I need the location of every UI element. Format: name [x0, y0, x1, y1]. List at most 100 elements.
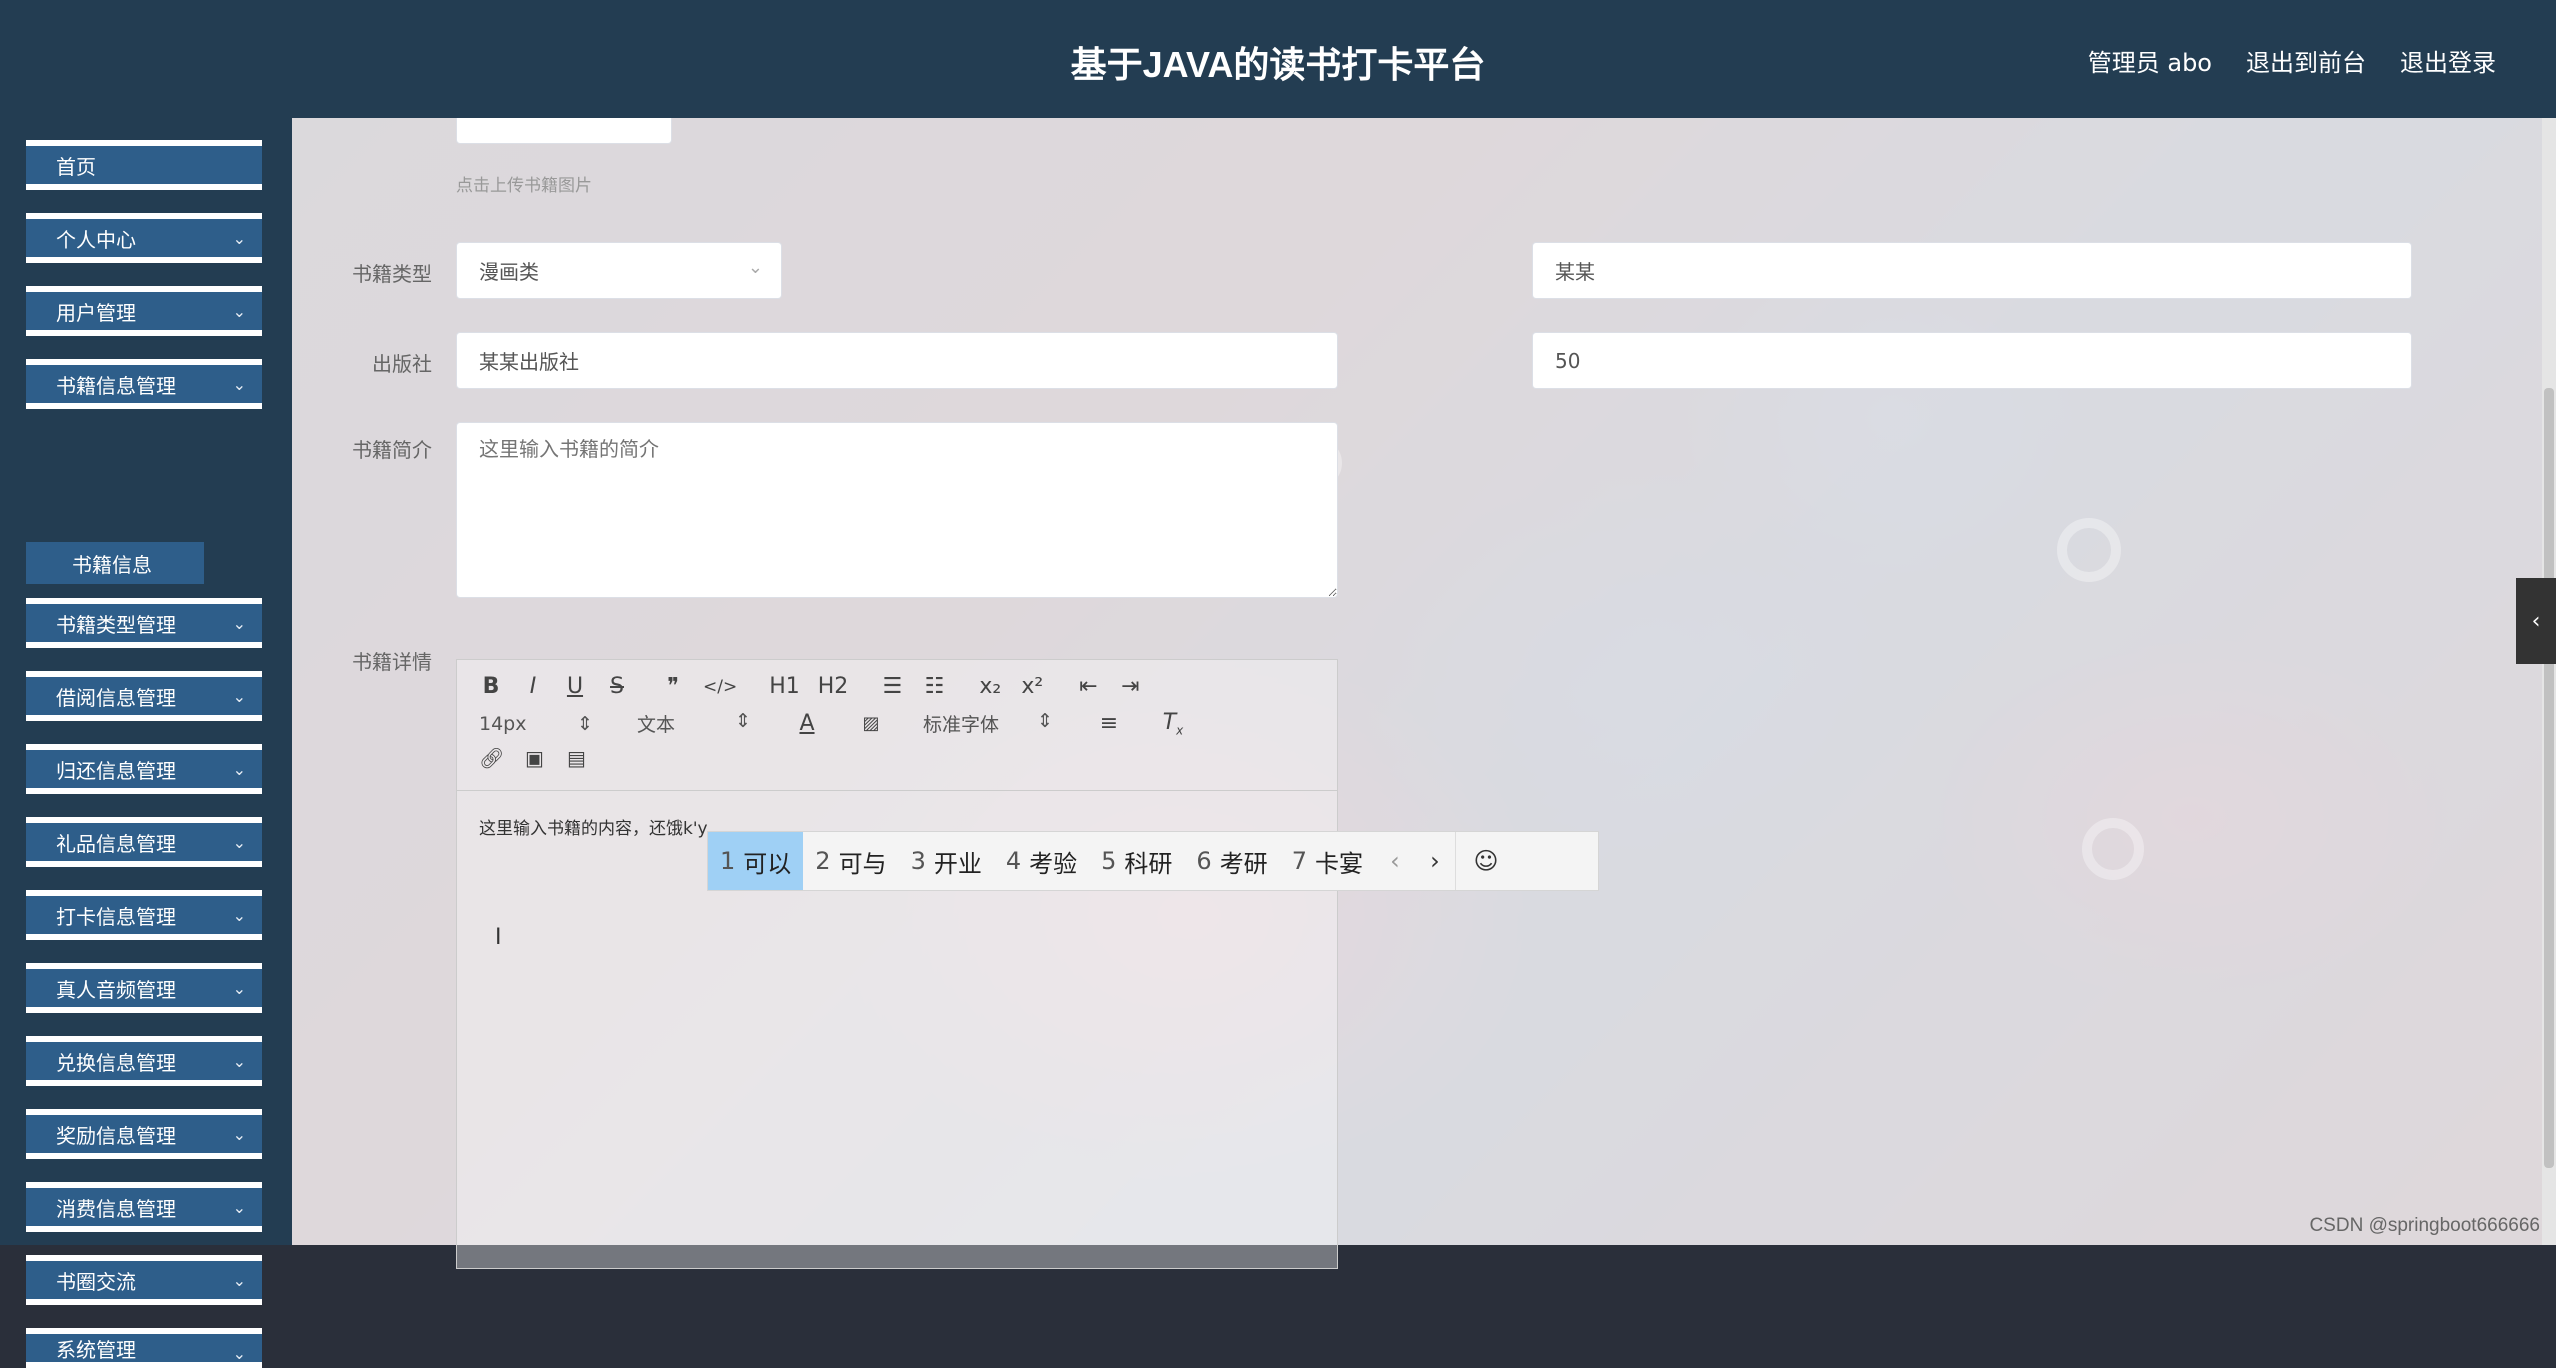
ime-candidate[interactable]: 2 可与: [803, 832, 898, 890]
sidebar-item-borrow-management[interactable]: 借阅信息管理 ⌄: [26, 671, 262, 721]
publisher-input[interactable]: 某某出版社: [456, 332, 1338, 389]
chevron-down-icon: ⌄: [232, 1271, 246, 1290]
sidebar-item-label: 归还信息管理: [56, 758, 176, 783]
top-nav: 管理员 abo 退出到前台 退出登录: [2088, 43, 2496, 78]
font-family-select[interactable]: 标准字体 ⇕: [923, 710, 1057, 737]
link-icon[interactable]: 🔗︎: [479, 746, 504, 770]
code-block-button[interactable]: </>: [703, 677, 737, 697]
sidebar-item-book-type-management[interactable]: 书籍类型管理 ⌄: [26, 598, 262, 648]
italic-button[interactable]: I: [521, 674, 545, 699]
candidate-number: 4: [1005, 847, 1022, 875]
sidebar-item-label: 消费信息管理: [56, 1196, 176, 1221]
sidebar-item-checkin-management[interactable]: 打卡信息管理 ⌄: [26, 890, 262, 940]
sidebar-item-audio-management[interactable]: 真人音频管理 ⌄: [26, 963, 262, 1013]
candidate-number: 5: [1101, 847, 1117, 875]
sidebar-subitem-book-info[interactable]: 书籍信息: [26, 542, 204, 584]
candidate-text: 开业: [933, 849, 982, 878]
ime-candidate[interactable]: 6 考研: [1184, 832, 1279, 890]
sidebar-item-return-management[interactable]: 归还信息管理 ⌄: [26, 744, 262, 794]
ime-next-icon[interactable]: ›: [1415, 847, 1455, 875]
sidebar-item-label: 用户管理: [56, 300, 136, 325]
intro-label: 书籍简介: [352, 438, 432, 462]
heading1-button[interactable]: H1: [769, 674, 800, 699]
bold-button[interactable]: B: [479, 674, 503, 699]
intro-textarea[interactable]: [456, 422, 1338, 598]
subscript-button[interactable]: x₂: [978, 674, 1002, 699]
ime-candidate[interactable]: 5 科研: [1089, 832, 1184, 890]
superscript-button[interactable]: x²: [1020, 674, 1044, 699]
sidebar-item-label: 真人音频管理: [56, 977, 176, 1002]
sidebar-item-label: 首页: [56, 154, 96, 179]
sidebar-item-user-management[interactable]: 用户管理 ⌄: [26, 286, 262, 336]
font-color-icon[interactable]: A: [795, 711, 819, 736]
sidebar-item-exchange-management[interactable]: 兑换信息管理 ⌄: [26, 1036, 262, 1086]
background-color-icon[interactable]: ▨: [859, 713, 883, 734]
chevron-left-icon[interactable]: ‹: [2516, 578, 2556, 664]
ime-candidate[interactable]: 3 开业: [899, 832, 994, 890]
quantity-input[interactable]: 50: [1532, 332, 2412, 389]
sidebar-item-consumption-management[interactable]: 消费信息管理 ⌄: [26, 1182, 262, 1232]
indent-button[interactable]: ⇥: [1118, 674, 1142, 699]
ime-candidate[interactable]: 1 可以: [708, 832, 804, 890]
candidate-text: 卡宴: [1314, 849, 1363, 878]
sidebar-item-book-circle[interactable]: 书圈交流 ⌄: [26, 1255, 262, 1305]
toolbar-row-3: 🔗︎ ▣ ▤: [479, 746, 588, 770]
book-type-label: 书籍类型: [352, 262, 432, 286]
chevron-down-icon: ⌄: [232, 979, 246, 998]
candidate-text: 考验: [1029, 849, 1078, 878]
sidebar-item-system-management[interactable]: 系统管理 ⌄: [26, 1328, 262, 1368]
sidebar-item-home[interactable]: 首页: [26, 140, 262, 190]
editor-toolbar: B I U S ❞ </> H1 H2 ☰ ☷ x₂ x² ⇤ ⇥ 14px ⇕ …: [457, 660, 1337, 791]
video-icon[interactable]: ▤: [564, 746, 588, 770]
page-scrollbar[interactable]: [2542, 118, 2556, 1245]
sidebar-item-personal-center[interactable]: 个人中心 ⌄: [26, 213, 262, 263]
ime-candidate[interactable]: 7 卡宴: [1280, 832, 1375, 890]
top-bar: 基于JAVA的读书打卡平台 管理员 abo 退出到前台 退出登录: [0, 0, 2556, 118]
ime-candidate-bar: 1 可以 2 可与 3 开业 4 考验 5 科研 6 考研 7 卡宴 ‹ › ☺: [707, 831, 1599, 891]
book-type-select[interactable]: 漫画类 ⌄: [456, 242, 782, 299]
emoji-icon[interactable]: ☺: [1454, 832, 1516, 890]
candidate-text: 科研: [1124, 849, 1173, 878]
scroll-thumb[interactable]: [2544, 388, 2554, 1168]
ime-candidate[interactable]: 4 考验: [994, 832, 1089, 890]
blockquote-button[interactable]: ❞: [661, 674, 685, 699]
heading2-button[interactable]: H2: [818, 674, 849, 699]
author-value: 某某: [1555, 260, 1595, 284]
candidate-number: 7: [1291, 847, 1307, 875]
ordered-list-button[interactable]: ☰: [880, 674, 904, 699]
ime-prev-icon[interactable]: ‹: [1375, 847, 1415, 875]
author-input[interactable]: 某某: [1532, 242, 2412, 299]
bullet-list-button[interactable]: ☷: [922, 674, 946, 699]
candidate-number: 2: [815, 847, 831, 875]
admin-user-link[interactable]: 管理员 abo: [2088, 43, 2212, 78]
outdent-button[interactable]: ⇤: [1076, 674, 1100, 699]
text-type-value: 文本: [637, 714, 676, 737]
chevron-down-icon: ⌄: [232, 1052, 246, 1071]
candidate-number: 1: [720, 847, 736, 875]
quantity-value: 50: [1555, 348, 1581, 373]
align-icon[interactable]: ≡: [1097, 711, 1121, 736]
sidebar-item-book-info-management[interactable]: 书籍信息管理 ⌄: [26, 359, 262, 409]
select-arrows-icon: ⇕: [1037, 710, 1053, 733]
image-icon[interactable]: ▣: [522, 746, 546, 770]
sidebar-item-reward-management[interactable]: 奖励信息管理 ⌄: [26, 1109, 262, 1159]
logout-link[interactable]: 退出登录: [2400, 43, 2496, 78]
chevron-down-icon: ⌄: [232, 906, 246, 925]
sidebar-item-label: 书籍类型管理: [56, 612, 176, 637]
text-type-select[interactable]: 文本 ⇕: [637, 710, 755, 737]
book-form: 点击上传书籍图片 书籍类型 漫画类 ⌄ 作者 某某 出版社 某某出版社 数量 5…: [292, 108, 2556, 1269]
upload-hint: 点击上传书籍图片: [456, 176, 592, 196]
font-family-value: 标准字体: [923, 714, 1000, 737]
sidebar-item-label: 系统管理: [56, 1337, 136, 1362]
underline-button[interactable]: U: [563, 674, 587, 699]
chevron-down-icon: ⌄: [232, 1344, 246, 1363]
clear-format-icon[interactable]: Tx: [1161, 710, 1185, 737]
toolbar-row-1: B I U S ❞ </> H1 H2 ☰ ☷ x₂ x² ⇤ ⇥: [479, 674, 1142, 699]
book-type-value: 漫画类: [479, 260, 539, 284]
exit-to-frontend-link[interactable]: 退出到前台: [2246, 43, 2366, 78]
editor-content[interactable]: 这里输入书籍的内容，还饿k'y: [479, 814, 708, 839]
strikethrough-button[interactable]: S: [605, 674, 629, 699]
rich-text-editor: B I U S ❞ </> H1 H2 ☰ ☷ x₂ x² ⇤ ⇥ 14px ⇕ …: [456, 659, 1338, 1269]
font-size-select[interactable]: 14px ⇕: [479, 713, 597, 735]
sidebar-item-gift-management[interactable]: 礼品信息管理 ⌄: [26, 817, 262, 867]
